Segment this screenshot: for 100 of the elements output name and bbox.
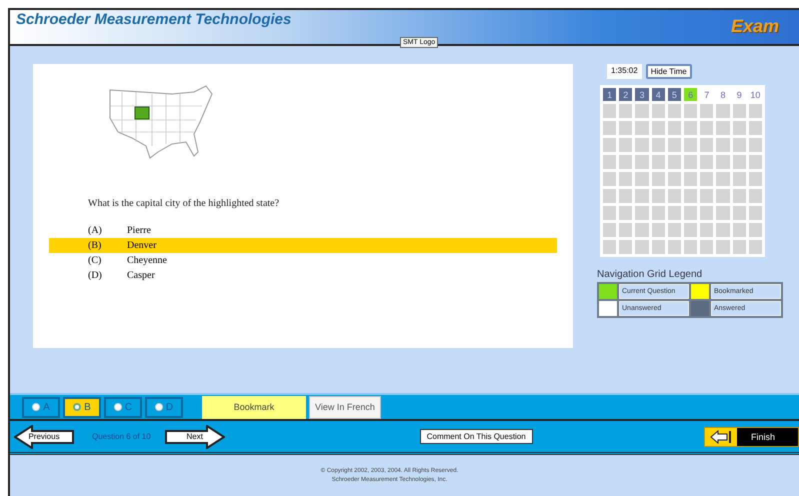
answer-choice[interactable]: (C) Cheyenne [49, 253, 557, 268]
locked-grid-cell [700, 240, 714, 254]
question-grid-cell[interactable]: 6 [684, 88, 698, 101]
locked-grid-cell [619, 155, 632, 169]
locked-grid-cell [700, 223, 714, 237]
locked-grid-cell [668, 240, 681, 254]
locked-grid-cell [668, 189, 681, 203]
locked-grid-cell [635, 138, 649, 152]
locked-grid-cell [684, 155, 698, 169]
locked-grid-cell [748, 206, 762, 220]
locked-grid-cell [619, 189, 632, 203]
locked-grid-cell [668, 104, 681, 118]
locked-grid-cell [748, 172, 762, 186]
locked-grid-cell [668, 138, 681, 152]
answer-choice[interactable]: (D) Casper [49, 268, 557, 283]
timer-display: 1:35:02 [607, 64, 642, 79]
locked-grid-cell [748, 155, 762, 169]
locked-grid-cell [748, 240, 762, 254]
question-text: What is the capital city of the highlighted state? [88, 198, 280, 209]
locked-grid-cell [652, 206, 665, 220]
locked-grid-cell [732, 104, 746, 118]
previous-button[interactable]: Previous [14, 424, 74, 448]
locked-grid-cell [748, 104, 762, 118]
locked-grid-cell [684, 240, 698, 254]
locked-grid-cell [635, 206, 649, 220]
locked-grid-cell [635, 223, 649, 237]
answer-radio-button[interactable]: B [63, 396, 101, 418]
locked-grid-cell [619, 223, 632, 237]
company-title: Schroeder Measurement Technologies [16, 11, 292, 28]
locked-grid-cell [716, 206, 730, 220]
answer-choice[interactable]: (A) Pierre [49, 223, 557, 238]
locked-grid-cell [700, 104, 714, 118]
locked-grid-cell [652, 240, 665, 254]
locked-grid-cell [684, 172, 698, 186]
locked-grid-cell [748, 138, 762, 152]
locked-grid-cell [716, 155, 730, 169]
locked-grid-cell [668, 223, 681, 237]
locked-grid-cell [732, 206, 746, 220]
hide-time-button[interactable]: Hide Time [646, 64, 692, 79]
answer-radio-button[interactable]: D [145, 396, 183, 418]
locked-grid-cell [732, 155, 746, 169]
locked-grid-cell [603, 104, 616, 118]
locked-grid-cell [635, 104, 649, 118]
question-grid-cell[interactable]: 3 [635, 88, 649, 101]
answer-radio-button[interactable]: C [104, 396, 142, 418]
locked-grid-cell [700, 138, 714, 152]
locked-grid-cell [700, 155, 714, 169]
locked-grid-cell [684, 121, 698, 135]
locked-grid-cell [748, 189, 762, 203]
locked-grid-cell [684, 206, 698, 220]
locked-grid-cell [732, 172, 746, 186]
exam-title: Exam [730, 16, 779, 37]
question-position: Question 6 of 10 [92, 432, 151, 441]
locked-grid-cell [716, 121, 730, 135]
question-grid-cell[interactable]: 2 [619, 88, 632, 101]
locked-grid-cell [619, 104, 632, 118]
question-grid-cell[interactable]: 4 [652, 88, 665, 101]
locked-grid-cell [619, 206, 632, 220]
locked-grid-cell [603, 121, 616, 135]
locked-grid-cell [684, 104, 698, 118]
locked-grid-cell [652, 104, 665, 118]
locked-grid-cell [652, 189, 665, 203]
locked-grid-cell [732, 138, 746, 152]
bookmark-button[interactable]: Bookmark [202, 396, 306, 418]
locked-grid-cell [635, 189, 649, 203]
locked-grid-cell [716, 240, 730, 254]
locked-grid-cell [668, 155, 681, 169]
locked-grid-cell [700, 121, 714, 135]
locked-grid-cell [652, 121, 665, 135]
question-grid-cell[interactable]: 5 [668, 88, 681, 101]
locked-grid-cell [635, 121, 649, 135]
answer-radio-button[interactable]: A [22, 396, 60, 418]
locked-grid-cell [619, 240, 632, 254]
locked-grid-cell [732, 189, 746, 203]
locked-grid-cell [652, 223, 665, 237]
locked-grid-cell [684, 189, 698, 203]
locked-grid-cell [700, 172, 714, 186]
locked-grid-cell [603, 189, 616, 203]
locked-grid-cell [668, 206, 681, 220]
question-grid-cell[interactable]: 1 [603, 88, 616, 101]
comment-button[interactable]: Comment On This Question [420, 429, 533, 444]
locked-grid-cell [732, 121, 746, 135]
locked-grid-cell [652, 138, 665, 152]
locked-grid-cell [652, 172, 665, 186]
locked-grid-cell [603, 240, 616, 254]
locked-grid-cell [603, 138, 616, 152]
locked-grid-cell [619, 138, 632, 152]
answer-choice[interactable]: (B) Denver [49, 238, 557, 253]
locked-grid-cell [603, 223, 616, 237]
locked-grid-cell [668, 172, 681, 186]
locked-grid-cell [635, 172, 649, 186]
finish-button[interactable]: Finish [704, 426, 799, 446]
locked-grid-cell [619, 172, 632, 186]
locked-grid-cell [684, 223, 698, 237]
locked-grid-cell [716, 104, 730, 118]
legend-title: Navigation Grid Legend [597, 269, 704, 280]
locked-grid-cell [635, 240, 649, 254]
view-in-french-button[interactable]: View In French [309, 396, 381, 418]
locked-grid-cell [716, 223, 730, 237]
next-button[interactable]: Next [164, 424, 225, 448]
